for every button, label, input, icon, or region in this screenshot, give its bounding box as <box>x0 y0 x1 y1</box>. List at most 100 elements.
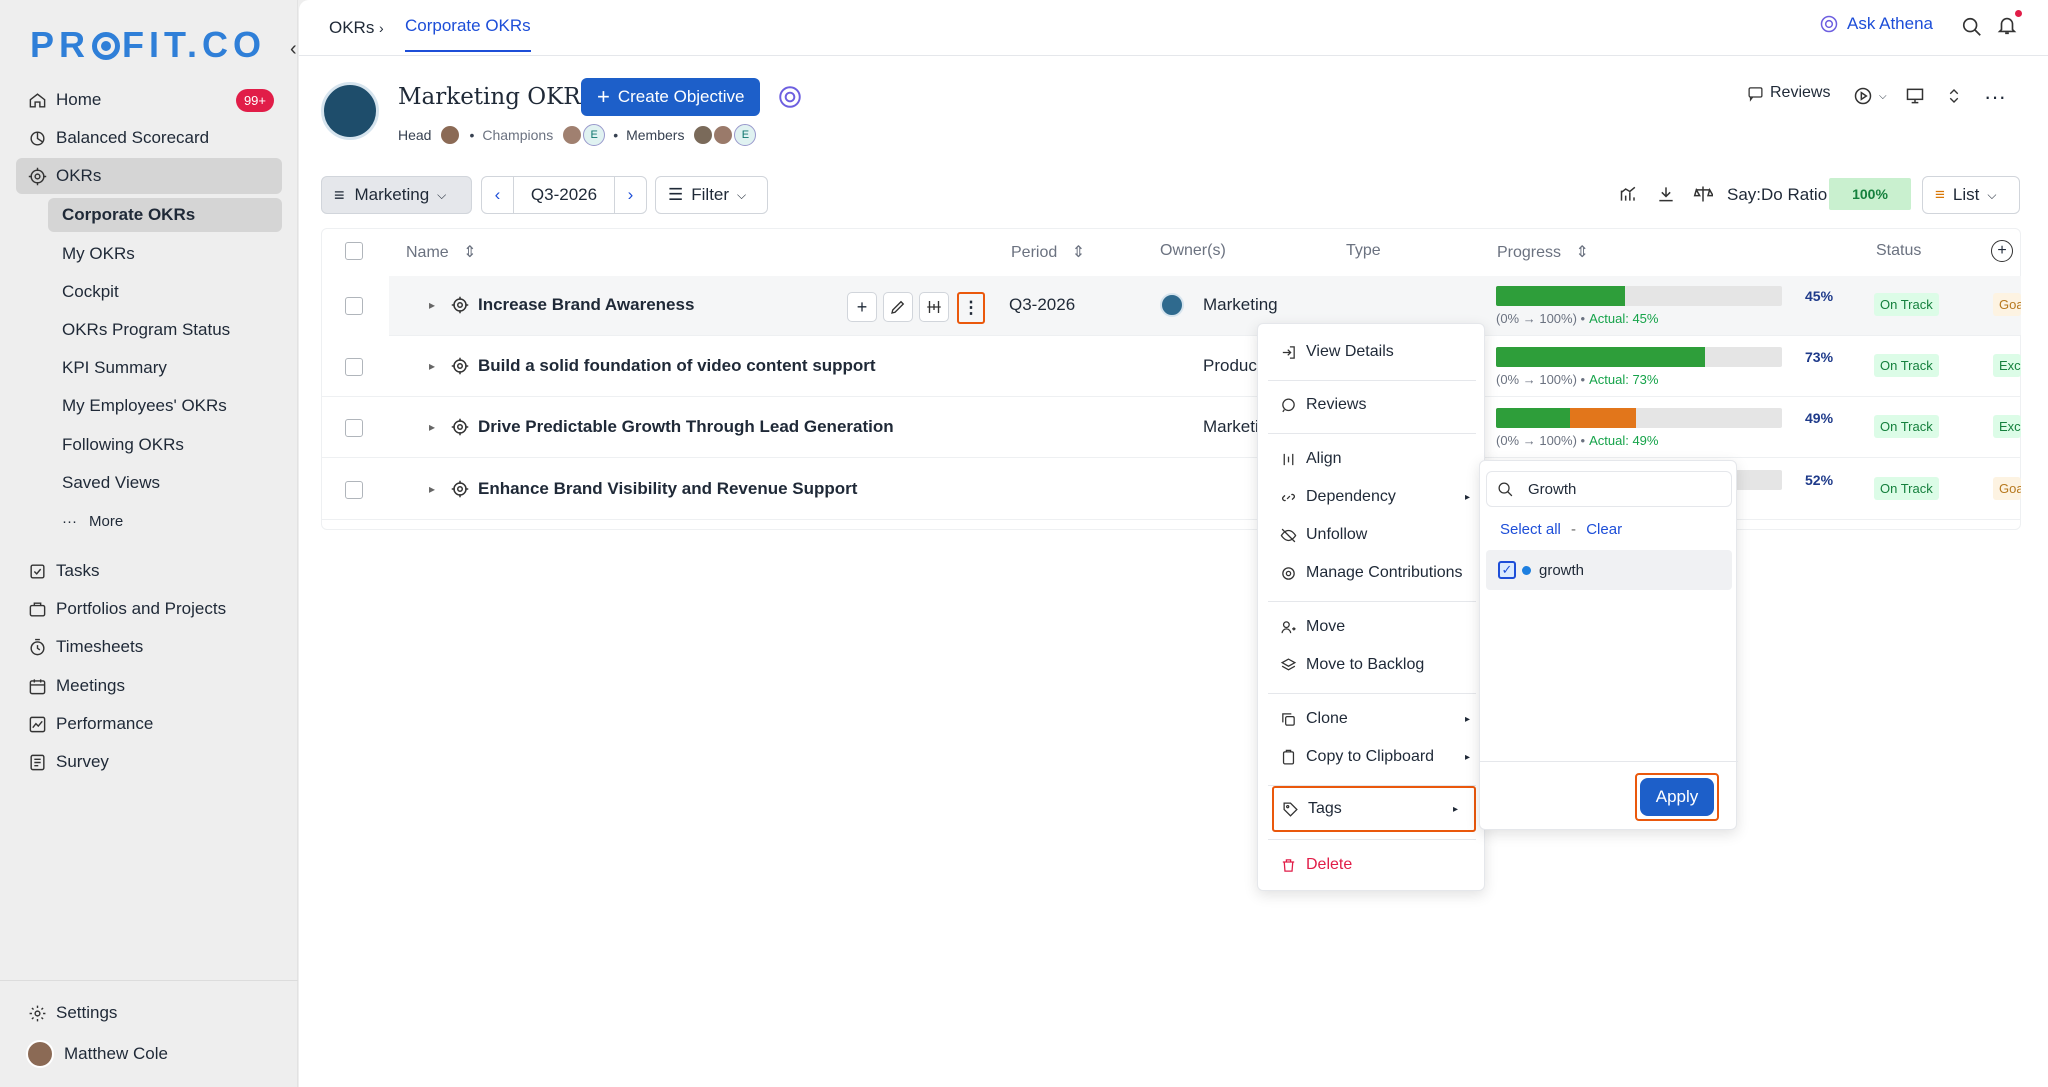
sidebar-item-balanced-scorecard[interactable]: Balanced Scorecard <box>16 120 282 156</box>
search-icon[interactable] <box>1961 16 1983 38</box>
objective-target-icon <box>451 418 469 436</box>
reviews-button[interactable]: Reviews <box>1747 84 1830 102</box>
filter-button[interactable]: ☰ Filter ⌵ <box>655 176 768 214</box>
presentation-icon[interactable] <box>1905 86 1925 106</box>
expand-caret-icon[interactable]: ▸ <box>429 482 435 496</box>
row-kebab-menu-button[interactable]: ⋮ <box>957 292 985 324</box>
scale-icon <box>1693 184 1713 204</box>
chevron-left-icon[interactable]: ‹ <box>482 177 514 213</box>
menu-item-clone[interactable]: Clone ▸ <box>1258 701 1486 737</box>
expand-collapse-icon[interactable] <box>1945 86 1963 106</box>
sidebar-subitem-program-status[interactable]: OKRs Program Status <box>48 313 282 347</box>
sidebar-item-settings[interactable]: Settings <box>16 995 282 1031</box>
head-avatar[interactable] <box>439 124 462 146</box>
row-checkbox[interactable] <box>345 419 363 437</box>
sidebar-subitem-cockpit[interactable]: Cockpit <box>48 275 282 309</box>
objective-name[interactable]: Enhance Brand Visibility and Revenue Sup… <box>478 479 857 499</box>
menu-item-dependency[interactable]: Dependency ▸ <box>1258 479 1486 515</box>
menu-item-manage-contributions[interactable]: Manage Contributions <box>1258 555 1486 591</box>
member-avatar[interactable] <box>712 124 735 146</box>
play-icon[interactable]: ⌵ <box>1853 86 1887 106</box>
champion-avatar-e[interactable]: E <box>583 124 606 146</box>
menu-item-unfollow[interactable]: Unfollow <box>1258 517 1486 553</box>
expand-caret-icon[interactable]: ▸ <box>429 359 435 373</box>
team-selector[interactable]: ≡ Marketing ⌵ <box>321 176 472 214</box>
reviews-label: Reviews <box>1770 84 1831 101</box>
objective-name[interactable]: Build a solid foundation of video conten… <box>478 356 876 376</box>
breadcrumb-separator: › <box>379 20 384 36</box>
sidebar-subitem-more[interactable]: ··· More <box>48 504 282 538</box>
select-all-checkbox[interactable] <box>345 242 363 260</box>
bell-icon[interactable] <box>1996 10 2022 36</box>
select-all-link[interactable]: Select all <box>1500 521 1561 538</box>
calendar-icon <box>29 678 46 694</box>
period-label[interactable]: Q3-2026 <box>514 185 614 205</box>
menu-item-view-details[interactable]: View Details <box>1258 334 1486 370</box>
logo[interactable]: PR FIT.CO <box>30 24 266 66</box>
menu-item-align[interactable]: Align <box>1258 441 1486 477</box>
column-header-period[interactable]: Period ⇕ <box>1011 242 1085 262</box>
sidebar-subitem-employees-okrs[interactable]: My Employees' OKRs <box>48 389 282 423</box>
create-objective-button[interactable]: + Create Objective <box>581 78 761 116</box>
column-header-name[interactable]: Name ⇕ <box>406 242 477 262</box>
objective-name[interactable]: Increase Brand Awareness <box>478 295 694 315</box>
row-checkbox[interactable] <box>345 358 363 376</box>
view-selector[interactable]: ≡ List ⌵ <box>1922 176 2020 214</box>
ask-athena-button[interactable]: Ask Athena <box>1819 14 1933 34</box>
row-checkbox[interactable] <box>345 481 363 499</box>
avatar <box>26 1040 54 1068</box>
status-badge: On Track <box>1874 477 1939 500</box>
apply-button[interactable]: Apply <box>1640 778 1714 816</box>
expand-caret-icon[interactable]: ▸ <box>429 298 435 312</box>
sidebar-item-label: Balanced Scorecard <box>56 128 210 147</box>
menu-item-move[interactable]: Move <box>1258 609 1486 645</box>
sidebar-subitem-saved-views[interactable]: Saved Views <box>48 466 282 500</box>
sidebar-item-home[interactable]: Home 99+ <box>16 82 282 118</box>
member-avatar[interactable] <box>692 124 715 146</box>
progress-actual: Actual: 45% <box>1589 311 1659 326</box>
bullet: • <box>469 127 475 143</box>
user-profile[interactable]: Matthew Cole <box>26 1040 168 1068</box>
analytics-icon[interactable] <box>1619 184 1639 204</box>
add-key-result-button[interactable]: + <box>847 292 877 322</box>
sidebar-subitem-following-okrs[interactable]: Following OKRs <box>48 428 282 462</box>
menu-item-tags[interactable]: Tags ▸ <box>1272 786 1476 832</box>
athena-insights-icon[interactable] <box>777 84 803 110</box>
sidebar-subitem-my-okrs[interactable]: My OKRs <box>48 237 282 271</box>
member-avatar-e[interactable]: E <box>734 124 757 146</box>
edit-button[interactable] <box>883 292 913 322</box>
objective-target-icon <box>451 480 469 498</box>
chevron-right-icon[interactable]: › <box>614 177 646 213</box>
objective-name[interactable]: Drive Predictable Growth Through Lead Ge… <box>478 417 894 437</box>
download-icon[interactable] <box>1656 184 1676 204</box>
expand-caret-icon[interactable]: ▸ <box>429 420 435 434</box>
sidebar-subitem-corporate-okrs[interactable]: Corporate OKRs <box>48 198 282 232</box>
tag-search-input[interactable]: Growth <box>1486 471 1732 507</box>
row-checkbox[interactable] <box>345 297 363 315</box>
add-column-icon[interactable]: + <box>1991 240 2013 262</box>
progress-bar <box>1496 286 1782 306</box>
menu-item-reviews[interactable]: Reviews <box>1258 387 1486 423</box>
clear-link[interactable]: Clear <box>1586 521 1622 538</box>
align-icon <box>1283 453 1294 465</box>
sidebar-item-timesheets[interactable]: Timesheets <box>16 629 282 665</box>
sidebar-item-performance[interactable]: Performance <box>16 706 282 742</box>
sidebar-item-portfolios[interactable]: Portfolios and Projects <box>16 591 282 627</box>
menu-item-move-to-backlog[interactable]: Move to Backlog <box>1258 647 1486 683</box>
menu-item-delete[interactable]: Delete <box>1258 847 1486 883</box>
column-header-progress[interactable]: Progress ⇕ <box>1497 242 1589 262</box>
tag-option-growth[interactable]: ✓ growth <box>1486 550 1732 590</box>
menu-item-copy-to-clipboard[interactable]: Copy to Clipboard ▸ <box>1258 739 1486 775</box>
champion-avatar[interactable] <box>561 124 584 146</box>
sidebar-item-tasks[interactable]: Tasks <box>16 553 282 589</box>
tab-corporate-okrs[interactable]: Corporate OKRs <box>405 16 531 52</box>
sidebar-item-survey[interactable]: Survey <box>16 744 282 780</box>
tag-checkbox[interactable]: ✓ <box>1498 561 1516 579</box>
breadcrumb-okrs[interactable]: OKRs <box>329 18 374 38</box>
sidebar-item-okrs[interactable]: OKRs <box>16 158 282 194</box>
collapse-sidebar-icon[interactable]: ‹ <box>290 38 297 61</box>
sidebar-item-meetings[interactable]: Meetings <box>16 668 282 704</box>
more-options-icon[interactable]: ··· <box>1984 84 2006 110</box>
sidebar-subitem-kpi-summary[interactable]: KPI Summary <box>48 351 282 385</box>
align-button[interactable] <box>919 292 949 322</box>
